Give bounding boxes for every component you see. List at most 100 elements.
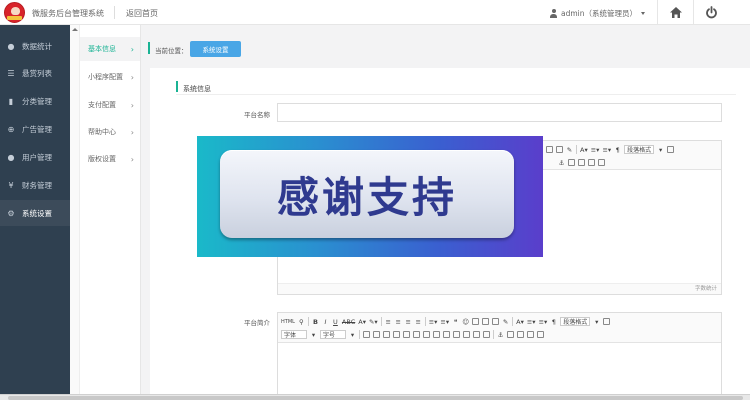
merge-cells-icon[interactable] (433, 331, 440, 338)
underline-style-icon[interactable]: ≡▾ (527, 317, 536, 326)
breadcrumb-current-button[interactable]: 系统设置 (190, 41, 241, 57)
font-family-select[interactable]: 字体 (281, 330, 307, 339)
sidebar-item-settings[interactable]: ⚙ 系统设置 (0, 200, 70, 226)
home-link[interactable]: 返回首页 (126, 8, 158, 19)
row-insert-icon[interactable] (393, 331, 400, 338)
home-button[interactable] (657, 0, 693, 25)
sidebar-item-categories[interactable]: ▮ 分类管理 (0, 88, 70, 114)
bold-icon[interactable]: B (312, 317, 319, 326)
ordered-list-icon[interactable]: ≡▾ (429, 317, 438, 326)
anchor-icon[interactable]: ⚓ (497, 330, 504, 339)
align-justify-icon[interactable]: ≡ (415, 317, 422, 326)
underline-icon[interactable]: U (332, 317, 339, 326)
toolbar-separator (380, 317, 382, 326)
image-icon[interactable] (546, 146, 553, 153)
sidebar-item-users[interactable]: ● 用户管理 (0, 144, 70, 170)
paragraph-icon[interactable]: ¶ (614, 145, 621, 154)
subnav-item-payment[interactable]: 支付配置 › (80, 93, 140, 117)
line-height-icon[interactable]: ≡▾ (602, 145, 611, 154)
paragraph-select[interactable]: 段落格式 (560, 317, 591, 326)
html-source-button[interactable]: HTML (281, 317, 295, 326)
chevron-right-icon: › (130, 100, 134, 110)
row-delete-icon[interactable] (403, 331, 410, 338)
sidebar-item-stats[interactable]: ● 数据统计 (0, 33, 70, 59)
map-icon[interactable] (578, 159, 585, 166)
merge-down-icon[interactable] (453, 331, 460, 338)
image-2-icon[interactable] (507, 331, 514, 338)
toolbar-separator (512, 317, 514, 326)
line-height-icon[interactable]: ≡▾ (539, 317, 548, 326)
preview-icon[interactable] (598, 159, 605, 166)
subnav-item-help[interactable]: 帮助中心 › (80, 120, 140, 144)
merge-right-icon[interactable] (443, 331, 450, 338)
col-delete-icon[interactable] (423, 331, 430, 338)
image-icon[interactable] (472, 318, 480, 325)
print-icon[interactable] (527, 331, 534, 338)
font-color-icon[interactable]: A▾ (580, 145, 588, 154)
thanks-banner-pill: 感谢支持 (220, 150, 514, 238)
table-icon[interactable] (603, 318, 611, 325)
font-color-icon[interactable]: A▾ (358, 317, 366, 326)
highlight-icon[interactable]: ✎▾ (369, 317, 378, 326)
map-icon[interactable] (517, 331, 524, 338)
subnav-item-basic[interactable]: 基本信息 › (80, 37, 140, 61)
strikethrough-icon[interactable]: ABC (342, 317, 355, 326)
sidebar-item-ads[interactable]: ⊕ 广告管理 (0, 116, 70, 142)
align-right-icon[interactable]: ≡ (405, 317, 412, 326)
table-icon[interactable] (667, 146, 675, 153)
split-rows-icon[interactable] (473, 331, 480, 338)
search-icon[interactable]: ⚲ (298, 317, 305, 326)
editor-2-toolbar-row-2: 字体 ▾ 字号 ▾ ⚓ (281, 329, 544, 340)
horizontal-scrollbar[interactable] (0, 394, 750, 400)
split-cols-icon[interactable] (483, 331, 490, 338)
user-label: admin（系统管理员） (561, 8, 637, 18)
eraser-icon[interactable]: ✎ (502, 317, 509, 326)
sidebar-item-rewards[interactable]: ☰ 悬赏列表 (0, 60, 70, 86)
sub-sidebar-scrollbar[interactable] (70, 25, 80, 400)
ad-icon: ⊕ (7, 124, 15, 134)
eraser-icon[interactable]: ✎ (566, 145, 573, 154)
rich-editor-2[interactable]: HTML ⚲ B I U ABC A▾ ✎▾ ≡ ≡ ≡ ≡ ≡▾ ≡▾ ❝ ☺… (277, 312, 722, 400)
logo-face (11, 7, 20, 15)
user-icon: ● (7, 152, 15, 162)
anchor-icon[interactable]: ⚓ (558, 158, 565, 167)
font-color-2-icon[interactable]: A▾ (516, 317, 524, 326)
thanks-banner-text: 感谢支持 (276, 172, 457, 222)
section-divider (176, 94, 736, 95)
platform-name-input[interactable] (277, 103, 722, 122)
file-icon[interactable] (482, 318, 490, 325)
align-left-icon[interactable]: ≡ (385, 317, 392, 326)
align-center-icon[interactable]: ≡ (395, 317, 402, 326)
col-insert-icon[interactable] (413, 331, 420, 338)
preview-icon[interactable] (537, 331, 544, 338)
chevron-down-icon: ▾ (350, 330, 355, 339)
underline-style-icon[interactable]: ≡▾ (591, 145, 600, 154)
font-size-select[interactable]: 字号 (320, 330, 346, 339)
split-cells-icon[interactable] (463, 331, 470, 338)
emoji-icon[interactable]: ☺ (462, 317, 469, 326)
table-props-icon[interactable] (383, 331, 390, 338)
scrollbar-thumb[interactable] (8, 396, 743, 400)
unordered-list-icon[interactable]: ≡▾ (440, 317, 449, 326)
sidebar-item-finance[interactable]: ¥ 财务管理 (0, 172, 70, 198)
italic-icon[interactable]: I (322, 317, 329, 326)
table-delete-icon[interactable] (373, 331, 380, 338)
app-title: 微服务后台管理系统 (32, 9, 104, 18)
subnav-item-copyright[interactable]: 版权设置 › (80, 147, 140, 171)
logout-button[interactable] (693, 0, 729, 25)
print-icon[interactable] (588, 159, 595, 166)
chevron-right-icon: › (130, 44, 134, 54)
editor-2-toolbar-row-1: HTML ⚲ B I U ABC A▾ ✎▾ ≡ ≡ ≡ ≡ ≡▾ ≡▾ ❝ ☺… (281, 316, 611, 327)
subnav-item-miniprogram[interactable]: 小程序配置 › (80, 65, 140, 89)
paragraph-select[interactable]: 段落格式 (624, 145, 655, 154)
user-menu[interactable]: admin（系统管理员） (550, 7, 645, 19)
table-insert-icon[interactable] (363, 331, 370, 338)
list-icon: ☰ (7, 68, 15, 78)
paragraph-icon[interactable]: ¶ (550, 317, 557, 326)
video-icon[interactable] (556, 146, 563, 153)
toolbar-separator (424, 317, 426, 326)
quote-icon[interactable]: ❝ (452, 317, 459, 326)
image-icon[interactable] (568, 159, 575, 166)
video-icon[interactable] (492, 318, 500, 325)
chevron-down-icon: ▾ (311, 330, 316, 339)
